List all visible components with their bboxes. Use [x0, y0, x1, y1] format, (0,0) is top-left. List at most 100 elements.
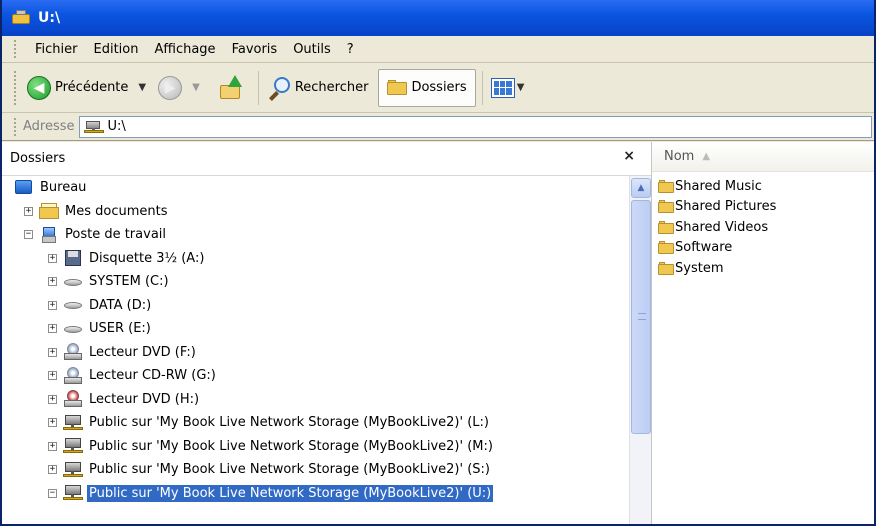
- menu-fichier[interactable]: Fichier: [27, 42, 86, 57]
- collapse-icon[interactable]: −: [24, 230, 33, 240]
- my-computer-icon: [39, 226, 59, 244]
- scroll-thumb[interactable]: [631, 200, 651, 434]
- tree-item-label: Public sur 'My Book Live Network Storage…: [89, 415, 489, 431]
- tree-item-drive-h[interactable]: + Lecteur DVD (H:): [2, 388, 624, 412]
- tree-item-drive-s[interactable]: + Public sur 'My Book Live Network Stora…: [2, 458, 624, 482]
- list-item[interactable]: System: [658, 258, 874, 279]
- list-item[interactable]: Shared Pictures: [658, 197, 874, 218]
- file-list-pane: Nom ▲ Shared Music Shared Pictures Share…: [652, 142, 874, 524]
- tree-item-label: USER (E:): [89, 321, 151, 337]
- tree-item-label: Disquette 3½ (A:): [89, 250, 205, 266]
- addressbar-grip[interactable]: [14, 117, 17, 136]
- tree-item-drive-u[interactable]: − Public sur 'My Book Live Network Stora…: [2, 482, 624, 506]
- column-header-name[interactable]: Nom ▲: [652, 142, 874, 172]
- hard-drive-icon: [63, 296, 83, 314]
- tree-item-drive-e[interactable]: + USER (E:): [2, 317, 624, 341]
- up-folder-button[interactable]: [208, 71, 254, 105]
- folder-icon: [658, 200, 674, 214]
- tree-item-drive-f[interactable]: + Lecteur DVD (F:): [2, 341, 624, 365]
- menu-favoris[interactable]: Favoris: [224, 42, 286, 57]
- forward-button[interactable]: ▶: [154, 71, 186, 105]
- folder-icon: [658, 220, 674, 234]
- expand-icon[interactable]: +: [48, 347, 57, 357]
- menubar-grip[interactable]: [14, 40, 17, 58]
- list-item-label: Shared Videos: [675, 219, 769, 235]
- search-icon: [267, 76, 291, 101]
- scroll-up-icon[interactable]: ▲: [631, 178, 651, 198]
- up-folder-icon: [218, 74, 244, 101]
- menu-help[interactable]: ?: [339, 42, 362, 57]
- network-drive-icon: [83, 119, 104, 135]
- collapse-icon[interactable]: −: [48, 488, 57, 498]
- desktop-icon: [14, 179, 34, 197]
- toolbar-grip[interactable]: [14, 70, 17, 105]
- tree-item-label: Public sur 'My Book Live Network Storage…: [89, 462, 490, 478]
- expand-icon[interactable]: +: [48, 394, 57, 404]
- tree-item-poste-de-travail[interactable]: − Poste de travail: [2, 223, 624, 247]
- tree-item-drive-g[interactable]: + Lecteur CD-RW (G:): [2, 364, 624, 388]
- tree-item-label: Bureau: [40, 180, 87, 196]
- back-button[interactable]: ◀ Précédente: [23, 71, 132, 105]
- column-header-label: Nom: [664, 149, 695, 164]
- network-drive-icon: [12, 10, 32, 26]
- tree-item-label: Poste de travail: [65, 227, 167, 243]
- menu-bar: Fichier Edition Affichage Favoris Outils…: [2, 36, 874, 63]
- tree-item-label: Public sur 'My Book Live Network Storage…: [89, 438, 493, 454]
- address-field[interactable]: U:\: [78, 115, 872, 138]
- tree-scrollbar[interactable]: ▲: [629, 176, 651, 524]
- search-button-label: Rechercher: [294, 80, 369, 95]
- list-item-label: Shared Pictures: [675, 199, 777, 215]
- folders-button-label: Dossiers: [411, 80, 467, 95]
- expand-icon[interactable]: +: [48, 300, 57, 310]
- back-button-label: Précédente: [55, 80, 129, 95]
- window-title: U:\: [38, 10, 61, 26]
- floppy-drive-icon: [63, 249, 83, 267]
- tree-item-drive-l[interactable]: + Public sur 'My Book Live Network Stora…: [2, 411, 624, 435]
- search-button[interactable]: Rechercher: [263, 71, 373, 105]
- tree-item-label: Lecteur DVD (F:): [89, 344, 196, 360]
- tree-item-drive-d[interactable]: + DATA (D:): [2, 294, 624, 318]
- tree-item-label: DATA (D:): [89, 297, 152, 313]
- title-bar[interactable]: U:\: [2, 0, 874, 36]
- tree-item-drive-m[interactable]: + Public sur 'My Book Live Network Stora…: [2, 435, 624, 459]
- expand-icon[interactable]: +: [24, 206, 33, 216]
- folders-pane-header: Dossiers ×: [2, 142, 651, 176]
- expand-icon[interactable]: +: [48, 324, 57, 334]
- back-dropdown-icon[interactable]: ▼: [138, 82, 146, 93]
- sort-ascending-icon: ▲: [702, 151, 711, 162]
- network-drive-icon: [63, 437, 83, 455]
- menu-affichage[interactable]: Affichage: [146, 42, 223, 57]
- views-button[interactable]: ▼: [487, 71, 537, 105]
- folder-tree: Bureau + Mes documents − Poste de travai…: [2, 176, 624, 524]
- address-bar: Adresse U:\: [2, 113, 874, 141]
- explorer-window: U:\ Fichier Edition Affichage Favoris Ou…: [0, 0, 876, 526]
- expand-icon[interactable]: +: [48, 253, 57, 263]
- tree-item-bureau[interactable]: Bureau: [2, 176, 624, 200]
- list-item-label: Software: [675, 240, 733, 256]
- expand-icon[interactable]: +: [48, 418, 57, 428]
- tree-item-mes-documents[interactable]: + Mes documents: [2, 200, 624, 224]
- list-item[interactable]: Shared Videos: [658, 217, 874, 238]
- tree-item-label: Mes documents: [65, 203, 168, 219]
- expand-icon[interactable]: +: [48, 441, 57, 451]
- tree-item-drive-a[interactable]: + Disquette 3½ (A:): [2, 247, 624, 271]
- menu-edition[interactable]: Edition: [86, 42, 147, 57]
- close-icon[interactable]: ×: [623, 148, 635, 164]
- list-item-label: System: [675, 260, 724, 276]
- address-label: Adresse: [23, 119, 75, 134]
- folder-icon: [658, 179, 674, 193]
- hard-drive-icon: [63, 273, 83, 291]
- folders-button[interactable]: Dossiers: [378, 68, 476, 107]
- expand-icon[interactable]: +: [48, 465, 57, 475]
- dvd-drive-icon: [63, 390, 83, 408]
- list-item[interactable]: Shared Music: [658, 176, 874, 197]
- menu-outils[interactable]: Outils: [285, 42, 339, 57]
- tree-item-drive-c[interactable]: + SYSTEM (C:): [2, 270, 624, 294]
- expand-icon[interactable]: +: [48, 277, 57, 287]
- list-item[interactable]: Software: [658, 238, 874, 259]
- forward-dropdown-icon[interactable]: ▼: [192, 82, 200, 93]
- expand-icon[interactable]: +: [48, 371, 57, 381]
- network-drive-icon: [63, 461, 83, 479]
- explorer-content: Dossiers × Bureau + Mes documents − Post…: [2, 142, 874, 524]
- tree-item-label: Lecteur CD-RW (G:): [89, 368, 216, 384]
